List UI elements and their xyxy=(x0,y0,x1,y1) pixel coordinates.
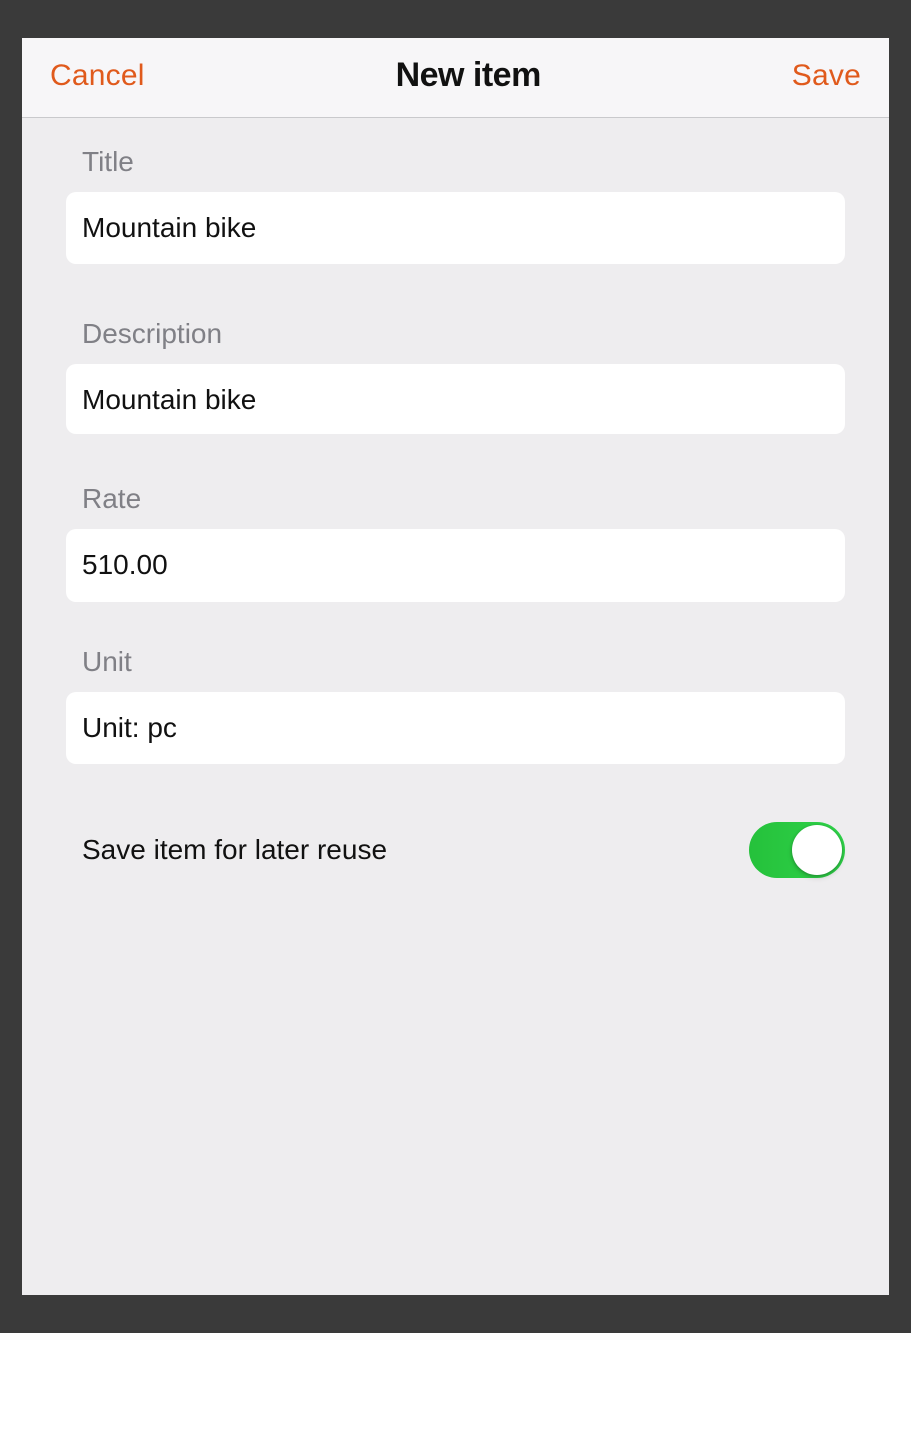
field-rate: Rate xyxy=(66,483,845,601)
modal-header: Cancel New item Save xyxy=(22,38,889,118)
description-input[interactable]: Mountain bike xyxy=(66,364,845,434)
title-label: Title xyxy=(66,146,845,178)
save-for-reuse-label: Save item for later reuse xyxy=(82,834,387,866)
description-label: Description xyxy=(66,318,845,350)
outer-frame: Cancel New item Save Title Description M… xyxy=(0,0,911,1333)
modal-title: New item xyxy=(396,56,541,95)
rate-input[interactable] xyxy=(66,529,845,601)
form-body: Title Description Mountain bike Rate Uni… xyxy=(22,118,889,1295)
cancel-button[interactable]: Cancel xyxy=(50,59,145,93)
unit-input[interactable] xyxy=(66,692,845,764)
field-title: Title xyxy=(66,146,845,264)
title-input[interactable] xyxy=(66,192,845,264)
save-for-reuse-toggle[interactable] xyxy=(749,822,845,878)
save-button[interactable]: Save xyxy=(792,59,861,93)
field-description: Description Mountain bike xyxy=(66,318,845,439)
unit-label: Unit xyxy=(66,646,845,678)
phone-screen: Cancel New item Save Title Description M… xyxy=(22,38,889,1295)
save-for-reuse-row: Save item for later reuse xyxy=(66,822,845,878)
field-unit: Unit xyxy=(66,646,845,764)
rate-label: Rate xyxy=(66,483,845,515)
toggle-knob xyxy=(792,825,842,875)
